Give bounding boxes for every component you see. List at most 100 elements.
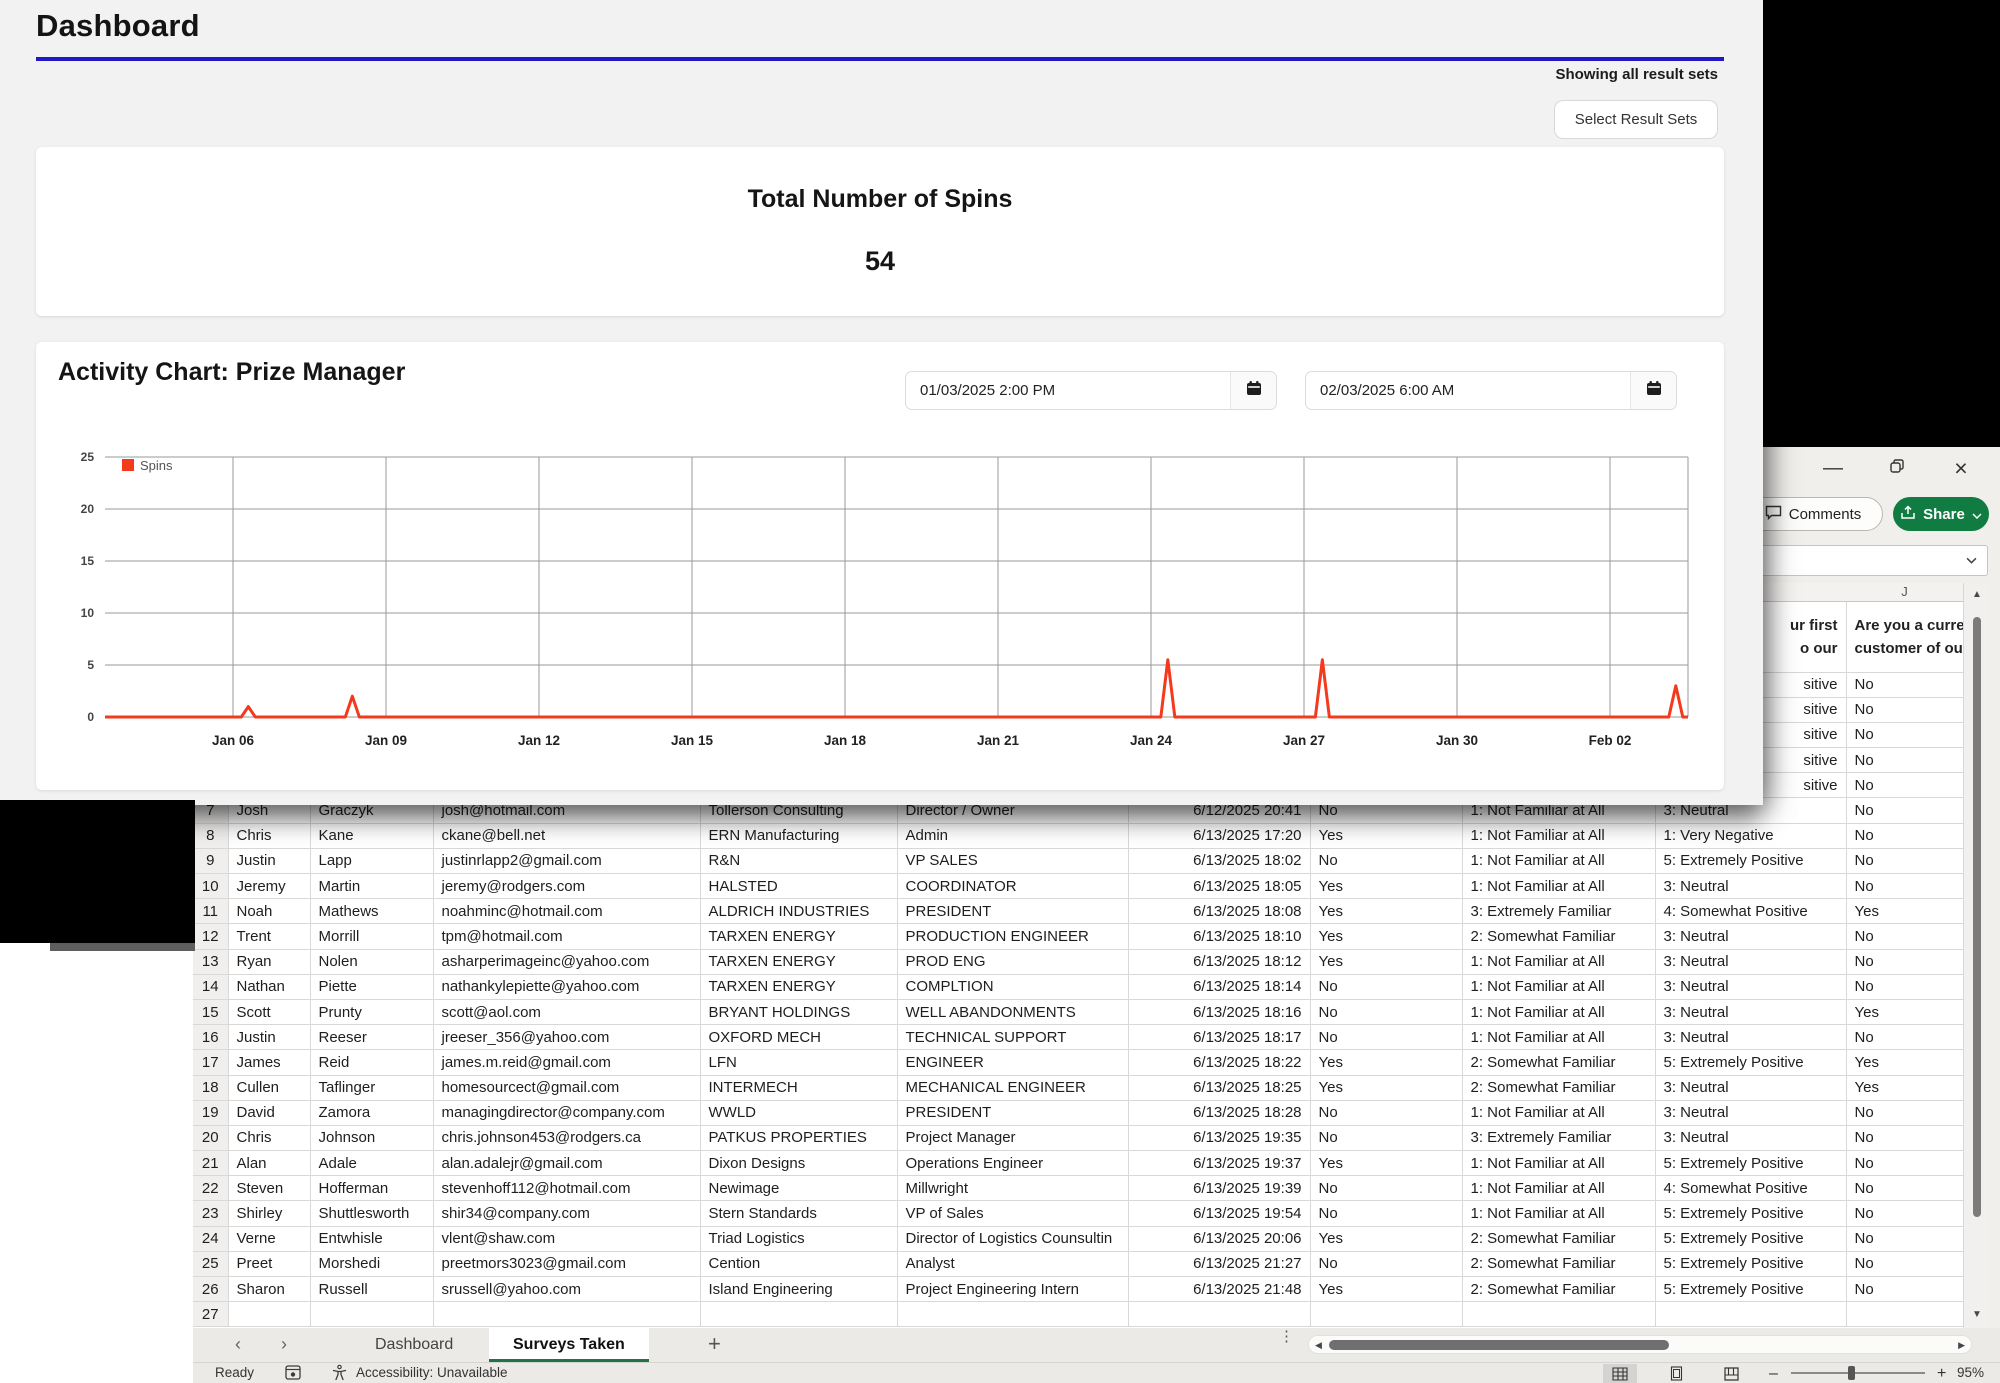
cell-flag[interactable]: No <box>1310 1100 1462 1125</box>
cell-title[interactable]: Operations Engineer <box>897 1151 1128 1176</box>
cell-familiarity[interactable]: 3: Extremely Familiar <box>1462 899 1655 924</box>
close-button[interactable]: × <box>1939 453 1983 483</box>
cell-current-customer[interactable]: No <box>1846 1176 1963 1201</box>
cell-company[interactable]: ALDRICH INDUSTRIES <box>700 899 897 924</box>
cell-company[interactable]: TARXEN ENERGY <box>700 949 897 974</box>
cell-title[interactable]: ENGINEER <box>897 1050 1128 1075</box>
cell-familiarity[interactable]: 2: Somewhat Familiar <box>1462 924 1655 949</box>
scroll-right-icon[interactable]: ▶ <box>1958 1340 1965 1351</box>
cell-last-name[interactable]: Martin <box>310 874 433 899</box>
zoom-in-button[interactable]: + <box>1937 1365 1946 1383</box>
cell-email[interactable]: srussell@yahoo.com <box>433 1277 700 1302</box>
cell-familiarity[interactable]: 2: Somewhat Familiar <box>1462 1226 1655 1251</box>
cell-first-name[interactable]: Trent <box>228 924 310 949</box>
row-number[interactable]: 14 <box>193 974 228 999</box>
cell-familiarity[interactable]: 1: Not Familiar at All <box>1462 999 1655 1024</box>
cell-sentiment[interactable]: 3: Neutral <box>1655 1025 1846 1050</box>
cell-sentiment[interactable]: 5: Extremely Positive <box>1655 1251 1846 1276</box>
cell-datetime[interactable]: 6/13/2025 17:20 <box>1128 823 1310 848</box>
cell-familiarity[interactable]: 1: Not Familiar at All <box>1462 1151 1655 1176</box>
cell-current-customer[interactable]: Yes <box>1846 1050 1963 1075</box>
cell-familiarity[interactable]: 1: Not Familiar at All <box>1462 1176 1655 1201</box>
cell-datetime[interactable] <box>1128 1302 1310 1327</box>
cell-company[interactable]: WWLD <box>700 1100 897 1125</box>
cell-current-customer[interactable]: Yes <box>1846 999 1963 1024</box>
cell-flag[interactable]: Yes <box>1310 1226 1462 1251</box>
cell-title[interactable]: PROD ENG <box>897 949 1128 974</box>
cell-current-customer[interactable]: Yes <box>1846 899 1963 924</box>
cell-familiarity[interactable]: 1: Not Familiar at All <box>1462 848 1655 873</box>
cell-first-name[interactable]: Jeremy <box>228 874 310 899</box>
cell-current-customer[interactable]: No <box>1846 924 1963 949</box>
cell-datetime[interactable]: 6/13/2025 18:10 <box>1128 924 1310 949</box>
zoom-out-button[interactable]: – <box>1769 1365 1778 1383</box>
cell-last-name[interactable]: Entwhisle <box>310 1226 433 1251</box>
cell-datetime[interactable]: 6/13/2025 18:28 <box>1128 1100 1310 1125</box>
cell-sentiment[interactable]: 5: Extremely Positive <box>1655 1201 1846 1226</box>
cell-first-name[interactable]: Ryan <box>228 949 310 974</box>
scrollbar-options-icon[interactable]: ⋮ <box>1279 1332 1294 1341</box>
cell-last-name[interactable]: Taflinger <box>310 1075 433 1100</box>
cell-familiarity[interactable]: 1: Not Familiar at All <box>1462 974 1655 999</box>
cell-current-customer[interactable]: No <box>1846 949 1963 974</box>
cell-email[interactable]: scott@aol.com <box>433 999 700 1024</box>
cell-datetime[interactable]: 6/13/2025 18:02 <box>1128 848 1310 873</box>
row-number[interactable]: 20 <box>193 1125 228 1150</box>
cell-current-customer[interactable]: No <box>1846 1277 1963 1302</box>
cell-sentiment[interactable]: 5: Extremely Positive <box>1655 1226 1846 1251</box>
status-accessibility[interactable]: Accessibility: Unavailable <box>356 1365 508 1380</box>
cell-flag[interactable]: Yes <box>1310 823 1462 848</box>
cell-familiarity[interactable]: 1: Not Familiar at All <box>1462 949 1655 974</box>
horizontal-scroll-thumb[interactable] <box>1329 1340 1669 1350</box>
cell-title[interactable]: Admin <box>897 823 1128 848</box>
cell-flag[interactable]: No <box>1310 1176 1462 1201</box>
row-number[interactable]: 27 <box>193 1302 228 1327</box>
header-cell-clipped-j[interactable]: Are you a currecustomer of ou <box>1846 602 1963 672</box>
cell-current-customer[interactable]: No <box>1846 722 1963 747</box>
cell-last-name[interactable]: Adale <box>310 1151 433 1176</box>
cell-email[interactable]: shir34@company.com <box>433 1201 700 1226</box>
cell-datetime[interactable]: 6/13/2025 19:37 <box>1128 1151 1310 1176</box>
cell-last-name[interactable]: Mathews <box>310 899 433 924</box>
cell-title[interactable]: VP SALES <box>897 848 1128 873</box>
comments-button[interactable]: Comments <box>1743 497 1883 531</box>
row-number[interactable]: 19 <box>193 1100 228 1125</box>
cell-title[interactable]: Analyst <box>897 1251 1128 1276</box>
cell-familiarity[interactable]: 2: Somewhat Familiar <box>1462 1251 1655 1276</box>
cell-datetime[interactable]: 6/13/2025 19:35 <box>1128 1125 1310 1150</box>
cell-current-customer[interactable]: No <box>1846 874 1963 899</box>
cell-current-customer[interactable]: No <box>1846 1151 1963 1176</box>
cell-email[interactable]: alan.adalejr@gmail.com <box>433 1151 700 1176</box>
cell-title[interactable]: COORDINATOR <box>897 874 1128 899</box>
row-number[interactable]: 18 <box>193 1075 228 1100</box>
cell-last-name[interactable]: Russell <box>310 1277 433 1302</box>
cell-first-name[interactable]: Nathan <box>228 974 310 999</box>
cell-current-customer[interactable]: No <box>1846 1025 1963 1050</box>
row-number[interactable]: 13 <box>193 949 228 974</box>
cell-title[interactable]: PRESIDENT <box>897 899 1128 924</box>
cell-datetime[interactable]: 6/13/2025 18:12 <box>1128 949 1310 974</box>
cell-datetime[interactable]: 6/13/2025 18:17 <box>1128 1025 1310 1050</box>
cell-email[interactable]: chris.johnson453@rodgers.ca <box>433 1125 700 1150</box>
cell-first-name[interactable]: Chris <box>228 823 310 848</box>
page-layout-view-icon[interactable] <box>1659 1364 1693 1383</box>
cell-flag[interactable]: Yes <box>1310 924 1462 949</box>
cell-title[interactable]: Project Engineering Intern <box>897 1277 1128 1302</box>
cell-first-name[interactable]: Preet <box>228 1251 310 1276</box>
cell-flag[interactable]: Yes <box>1310 1277 1462 1302</box>
cell-sentiment[interactable]: 3: Neutral <box>1655 874 1846 899</box>
select-result-sets-button[interactable]: Select Result Sets <box>1554 100 1718 139</box>
cell-familiarity[interactable]: 2: Somewhat Familiar <box>1462 1277 1655 1302</box>
cell-last-name[interactable]: Reeser <box>310 1025 433 1050</box>
cell-flag[interactable]: No <box>1310 1125 1462 1150</box>
macro-record-icon[interactable] <box>285 1365 301 1383</box>
cell-sentiment[interactable]: 5: Extremely Positive <box>1655 1050 1846 1075</box>
row-number[interactable]: 15 <box>193 999 228 1024</box>
cell-sentiment[interactable]: 4: Somewhat Positive <box>1655 1176 1846 1201</box>
cell-title[interactable]: TECHNICAL SUPPORT <box>897 1025 1128 1050</box>
cell-company[interactable]: R&N <box>700 848 897 873</box>
column-letter-j[interactable]: J <box>1846 584 1963 599</box>
cell-email[interactable]: vlent@shaw.com <box>433 1226 700 1251</box>
row-number[interactable]: 11 <box>193 899 228 924</box>
cell-email[interactable]: justinrlapp2@gmail.com <box>433 848 700 873</box>
